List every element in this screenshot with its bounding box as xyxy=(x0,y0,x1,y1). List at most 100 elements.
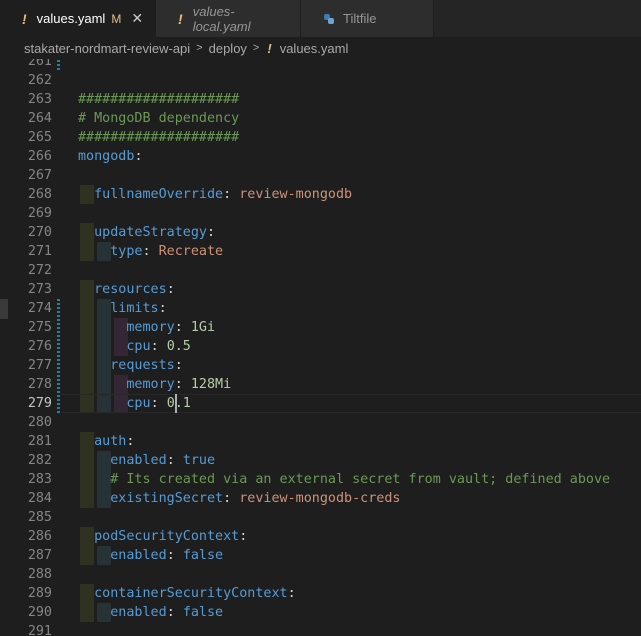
code-text: existingSecret: review-mongodb-creds xyxy=(110,491,401,506)
code-line[interactable]: 274 limits: xyxy=(0,299,641,318)
line-number: 279 xyxy=(27,396,52,411)
modified-gutter-marker[interactable] xyxy=(57,59,60,71)
breadcrumb: stakater-nordmart-review-api > deploy > … xyxy=(0,37,641,59)
line-number: 275 xyxy=(27,320,52,335)
code-line[interactable]: 276 cpu: 0.5 xyxy=(0,337,641,356)
code-line[interactable]: 273 resources: xyxy=(0,280,641,299)
code-line[interactable]: 262 xyxy=(0,71,641,90)
line-number: 288 xyxy=(27,567,52,582)
code-text: type: Recreate xyxy=(110,244,224,259)
tab-tiltfile[interactable]: Tiltfile xyxy=(301,0,435,37)
code-text: enabled: false xyxy=(110,605,224,620)
line-number: 281 xyxy=(27,434,52,449)
tab-bar: ! values.yaml M ✕ ! values-local.yaml Ti… xyxy=(0,0,641,37)
breadcrumb-item-file[interactable]: values.yaml xyxy=(280,41,349,56)
tab-label: Tiltfile xyxy=(343,11,377,26)
code-text: resources: xyxy=(94,282,175,297)
code-text: #################### xyxy=(78,130,240,145)
line-number: 282 xyxy=(27,453,52,468)
line-number: 271 xyxy=(27,244,52,259)
chevron-right-icon: > xyxy=(196,42,203,54)
code-line[interactable]: 280 xyxy=(0,413,641,432)
tab-label: values.yaml xyxy=(36,11,106,26)
code-line[interactable]: 271 type: Recreate xyxy=(0,242,641,261)
line-number: 287 xyxy=(27,548,52,563)
line-number: 264 xyxy=(27,111,52,126)
line-number: 290 xyxy=(27,605,52,620)
code-line[interactable]: 268 fullnameOverride: review-mongodb xyxy=(0,185,641,204)
line-number: 267 xyxy=(27,168,52,183)
code-line[interactable]: 278 memory: 128Mi xyxy=(0,375,641,394)
line-number: 263 xyxy=(27,92,52,107)
code-line[interactable]: 284 existingSecret: review-mongodb-creds xyxy=(0,489,641,508)
code-text: # MongoDB dependency xyxy=(78,111,240,126)
code-line[interactable]: 289 containerSecurityContext: xyxy=(0,584,641,603)
code-text: requests: xyxy=(110,358,183,373)
code-editor[interactable]: 261 262 263 #################### 264 # MongoD… xyxy=(0,59,641,636)
line-number: 268 xyxy=(27,187,52,202)
line-number: 266 xyxy=(27,149,52,164)
code-text: enabled: false xyxy=(110,548,224,563)
line-number: 286 xyxy=(27,529,52,544)
line-number: 272 xyxy=(27,263,52,278)
yaml-bang-icon: ! xyxy=(22,10,27,27)
code-line[interactable]: 270 updateStrategy: xyxy=(0,223,641,242)
yaml-bang-icon: ! xyxy=(178,10,183,27)
tab-label: values-local.yaml xyxy=(192,3,251,34)
code-text: # Its created via an external secret fro… xyxy=(110,472,611,487)
line-number: 284 xyxy=(27,491,52,506)
line-number: 262 xyxy=(27,73,52,88)
code-line[interactable]: 263 #################### xyxy=(0,90,641,109)
line-number: 269 xyxy=(27,206,52,221)
line-number: 273 xyxy=(27,282,52,297)
code-line[interactable]: 265 #################### xyxy=(0,128,641,147)
code-line[interactable]: 288 xyxy=(0,565,641,584)
code-line[interactable]: 290 enabled: false xyxy=(0,603,641,622)
code-text: containerSecurityContext: xyxy=(94,586,296,601)
text-caret xyxy=(174,394,177,413)
line-number: 291 xyxy=(27,624,52,636)
code-line[interactable]: 281 auth: xyxy=(0,432,641,451)
line-number: 261 xyxy=(27,59,52,69)
code-line[interactable]: 261 xyxy=(0,59,641,71)
code-line[interactable]: 275 memory: 1Gi xyxy=(0,318,641,337)
code-text: updateStrategy: xyxy=(94,225,216,240)
modified-badge: M xyxy=(111,11,122,26)
code-line[interactable]: 285 xyxy=(0,508,641,527)
yaml-bang-icon: ! xyxy=(267,40,272,56)
code-line[interactable]: 279 cpu: 0.1 xyxy=(0,394,641,413)
code-text: mongodb: xyxy=(78,149,143,164)
sash-handle[interactable] xyxy=(0,299,8,319)
close-icon[interactable]: ✕ xyxy=(131,10,143,27)
line-number: 285 xyxy=(27,510,52,525)
code-line[interactable]: 264 # MongoDB dependency xyxy=(0,109,641,128)
code-text: podSecurityContext: xyxy=(94,529,248,544)
code-text: cpu: 0.5 xyxy=(126,339,191,354)
code-line[interactable]: 269 xyxy=(0,204,641,223)
breadcrumb-item-folder[interactable]: deploy xyxy=(209,41,247,56)
line-number: 270 xyxy=(27,225,52,240)
code-text: memory: 128Mi xyxy=(126,377,232,392)
code-text: fullnameOverride: review-mongodb xyxy=(94,187,353,202)
modified-gutter-marker[interactable] xyxy=(57,299,60,413)
line-number: 283 xyxy=(27,472,52,487)
line-number: 280 xyxy=(27,415,52,430)
python-icon xyxy=(324,13,335,24)
code-text: limits: xyxy=(110,301,167,316)
code-line[interactable]: 282 enabled: true xyxy=(0,451,641,470)
line-number: 265 xyxy=(27,130,52,145)
code-text: memory: 1Gi xyxy=(126,320,216,335)
tab-values-yaml[interactable]: ! values.yaml M ✕ xyxy=(0,0,157,37)
code-line[interactable]: 272 xyxy=(0,261,641,280)
code-line[interactable]: 291 xyxy=(0,622,641,636)
code-text: auth: xyxy=(94,434,135,449)
code-line[interactable]: 283 # Its created via an external secret… xyxy=(0,470,641,489)
code-line[interactable]: 287 enabled: false xyxy=(0,546,641,565)
tab-values-local-yaml[interactable]: ! values-local.yaml xyxy=(156,0,302,37)
code-text: enabled: true xyxy=(110,453,216,468)
code-line[interactable]: 277 requests: xyxy=(0,356,641,375)
breadcrumb-item-repo[interactable]: stakater-nordmart-review-api xyxy=(24,41,190,56)
code-line[interactable]: 286 podSecurityContext: xyxy=(0,527,641,546)
code-line[interactable]: 267 xyxy=(0,166,641,185)
code-line[interactable]: 266 mongodb: xyxy=(0,147,641,166)
